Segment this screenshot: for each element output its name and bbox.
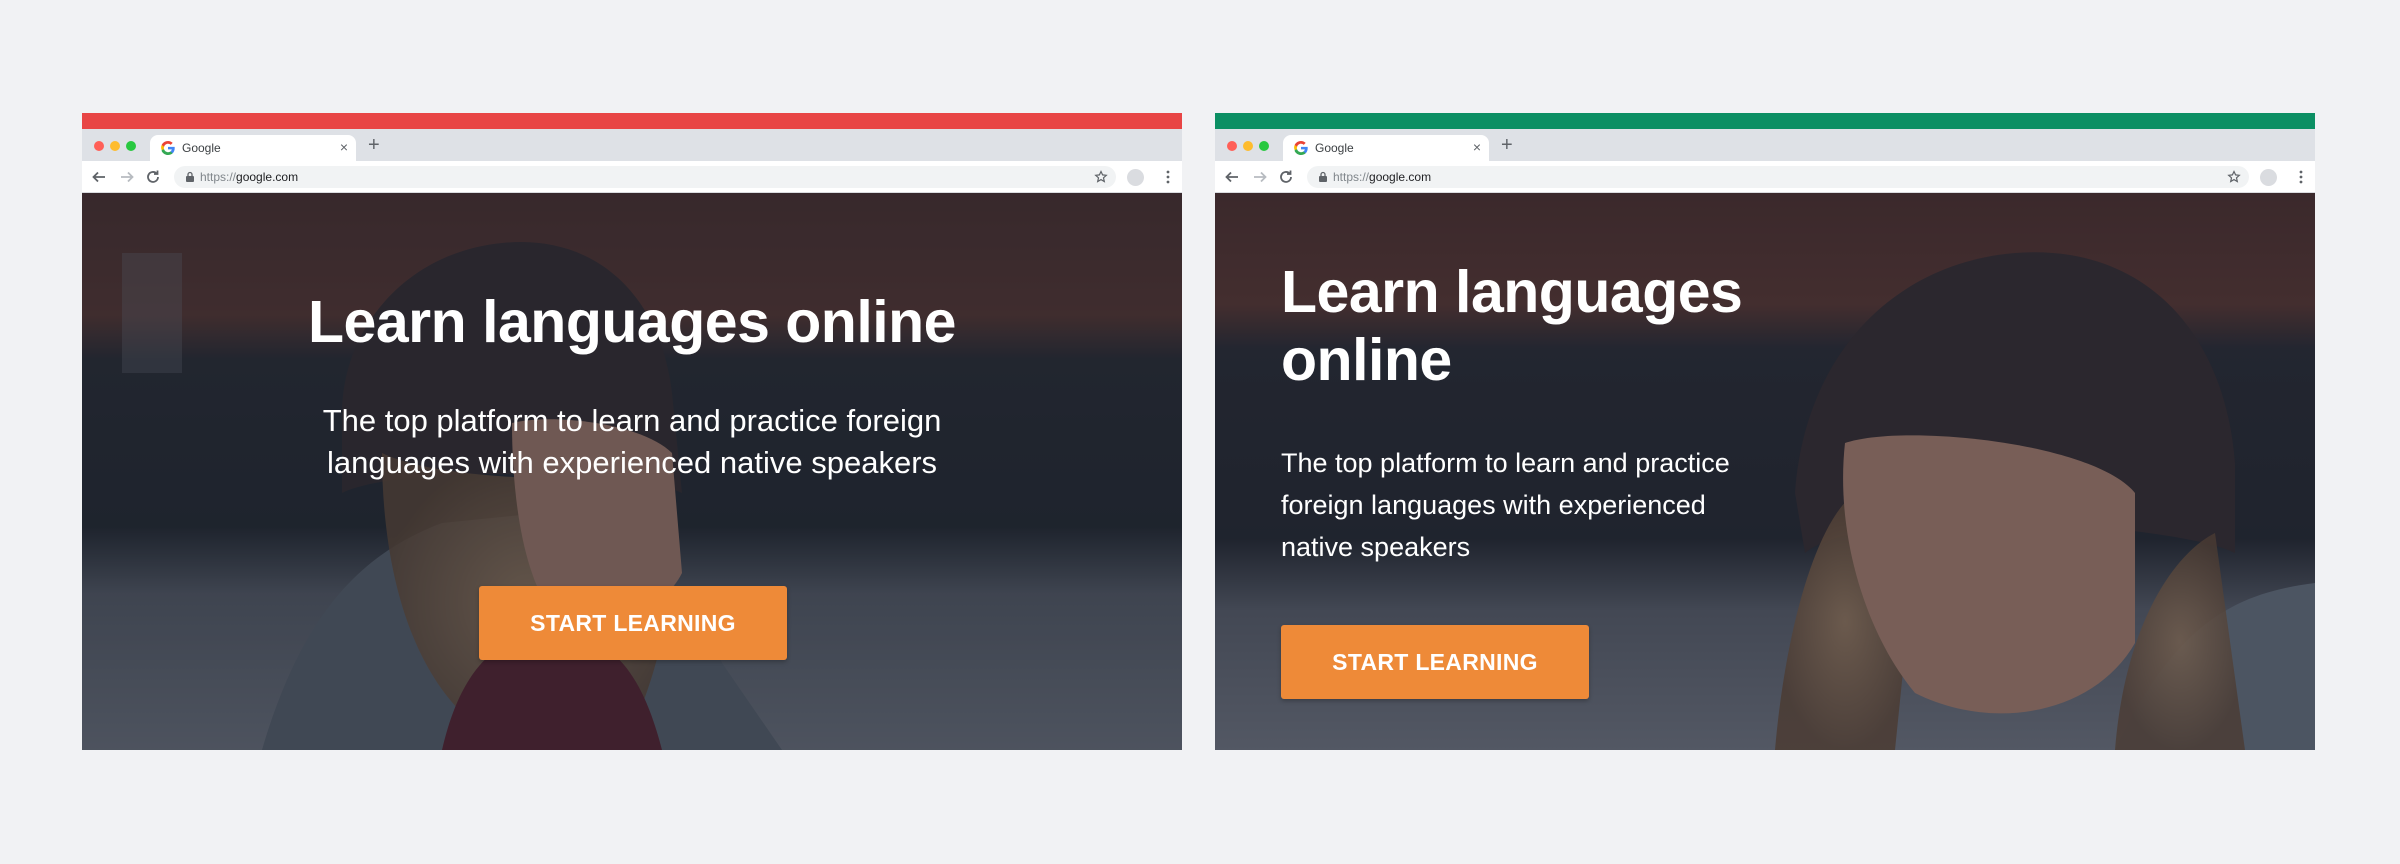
lock-icon [1319, 171, 1327, 182]
hero-section: Learn languages online The top platform … [82, 193, 1182, 750]
back-arrow-icon[interactable] [1223, 168, 1241, 186]
url-host: google.com [1369, 170, 1432, 184]
profile-avatar[interactable] [1127, 169, 1144, 186]
hero-headline: Learn languages online [1281, 259, 1743, 393]
url-scheme: https:// [1333, 170, 1370, 184]
browser-toolbar: https://google.com [82, 161, 1182, 193]
browser-mockup-variant-b: Google × + https://google.com Learn lang… [1215, 113, 2315, 750]
url-text: https://google.com [200, 170, 298, 184]
hero-subheadline: The top platform to learn and practice f… [322, 403, 942, 480]
window-minimize-dot[interactable] [110, 141, 120, 151]
url-host: google.com [236, 170, 299, 184]
start-learning-button[interactable]: START LEARNING [479, 586, 787, 660]
google-g-icon [1294, 141, 1308, 155]
browser-tab[interactable]: Google × [1283, 135, 1489, 161]
accent-bar-green [1215, 113, 2315, 129]
back-arrow-icon[interactable] [90, 168, 108, 186]
kebab-menu-icon[interactable] [2299, 169, 2303, 185]
url-text: https://google.com [1333, 170, 1431, 184]
address-bar[interactable]: https://google.com [174, 166, 1116, 188]
hero-content: Learn languages online The top platform … [1281, 258, 1841, 568]
new-tab-button[interactable]: + [1501, 135, 1513, 155]
window-minimize-dot[interactable] [1243, 141, 1253, 151]
hero-content: Learn languages online The top platform … [82, 288, 1182, 484]
accent-bar-red [82, 113, 1182, 129]
window-maximize-dot[interactable] [1259, 141, 1269, 151]
bookmark-star-icon[interactable] [1094, 170, 1108, 184]
window-close-dot[interactable] [1227, 141, 1237, 151]
hero-subheadline: The top platform to learn and practice f… [1281, 448, 1730, 562]
browser-mockup-variant-a: Google × + https://google.com Learn lang… [82, 113, 1182, 750]
address-bar[interactable]: https://google.com [1307, 166, 2249, 188]
reload-icon[interactable] [1277, 168, 1295, 186]
forward-arrow-icon[interactable] [1251, 168, 1269, 186]
tab-title: Google [1315, 141, 1354, 155]
profile-avatar[interactable] [2260, 169, 2277, 186]
tab-strip: Google × + [82, 129, 1182, 161]
reload-icon[interactable] [144, 168, 162, 186]
new-tab-button[interactable]: + [368, 135, 380, 155]
bookmark-star-icon[interactable] [2227, 170, 2241, 184]
window-close-dot[interactable] [94, 141, 104, 151]
start-learning-button[interactable]: START LEARNING [1281, 625, 1589, 699]
tab-title: Google [182, 141, 221, 155]
lock-icon [186, 171, 194, 182]
url-scheme: https:// [200, 170, 237, 184]
google-g-icon [161, 141, 175, 155]
hero-section: Learn languages online The top platform … [1215, 193, 2315, 750]
forward-arrow-icon[interactable] [118, 168, 136, 186]
tab-close-icon[interactable]: × [1473, 139, 1481, 155]
kebab-menu-icon[interactable] [1166, 169, 1170, 185]
browser-tab[interactable]: Google × [150, 135, 356, 161]
tab-close-icon[interactable]: × [340, 139, 348, 155]
tab-strip: Google × + [1215, 129, 2315, 161]
window-maximize-dot[interactable] [126, 141, 136, 151]
browser-toolbar: https://google.com [1215, 161, 2315, 193]
hero-headline: Learn languages online [308, 289, 956, 355]
